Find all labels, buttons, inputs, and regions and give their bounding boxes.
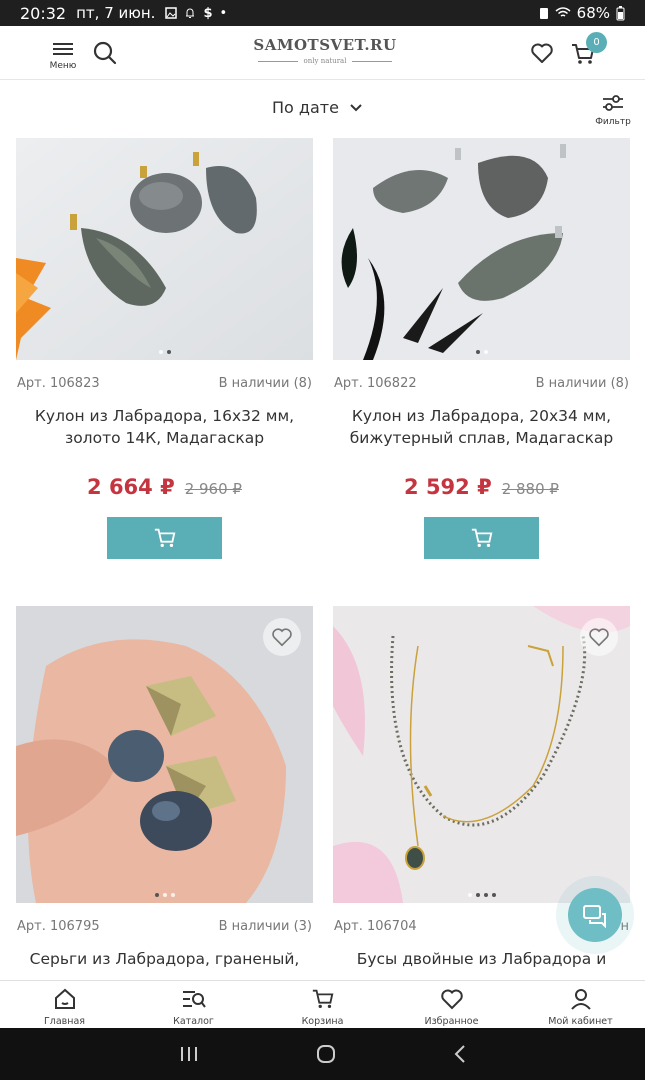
bell-icon [186, 8, 195, 18]
product-article: Арт. 106822 [334, 376, 417, 391]
system-navigation-bar [0, 1028, 645, 1080]
product-stock: В наличии (3) [218, 919, 312, 934]
product-prices: 2 592 ₽ 2 880 ₽ [333, 475, 630, 499]
cart-icon [312, 989, 333, 1009]
battery-percent: 68% [576, 4, 610, 22]
search-icon [93, 41, 117, 65]
image-pagination [16, 893, 313, 897]
add-to-cart-button[interactable] [424, 517, 539, 559]
nav-home-label: Главная [43, 1016, 86, 1027]
menu-label: Меню [49, 61, 77, 71]
dot-icon: • [219, 5, 228, 21]
battery-icon [616, 5, 625, 20]
product-image[interactable] [333, 606, 630, 903]
nav-home[interactable]: Главная [15, 981, 115, 1028]
logo-name: SAMOTSVET.RU [253, 36, 397, 54]
product-prices: 2 664 ₽ 2 960 ₽ [16, 475, 313, 499]
product-image[interactable] [16, 138, 313, 360]
wifi-icon [555, 7, 571, 17]
bottom-navigation: Главная Каталог Корзина Избранное Мой ка… [0, 980, 645, 1028]
notification-icons: $ • [165, 6, 227, 21]
heart-icon [531, 43, 553, 63]
pendant-photo [16, 138, 313, 360]
image-pagination [333, 350, 630, 354]
cart-icon [154, 528, 175, 548]
product-meta: Арт. 106795 В наличии (3) [16, 919, 313, 934]
product-price: 2 664 ₽ [87, 475, 175, 499]
dollar-icon: $ [203, 5, 213, 21]
product-meta: Арт. 106822 В наличии (8) [333, 376, 630, 391]
wishlist-button[interactable] [580, 618, 618, 656]
product-old-price: 2 880 ₽ [501, 480, 559, 498]
wishlist-button[interactable] [263, 618, 301, 656]
product-stock: В наличии (8) [218, 376, 312, 391]
product-card[interactable]: Арт. 106704 В н Бусы двойные из Лабрадор… [333, 606, 630, 1014]
filter-icon [603, 95, 623, 111]
product-card[interactable]: Арт. 106823 В наличии (8) Кулон из Лабра… [16, 138, 313, 559]
product-article: Арт. 106704 [334, 919, 417, 934]
product-title[interactable]: Кулон из Лабрадора, 16х32 мм, золото 14К… [16, 405, 313, 471]
filter-button[interactable]: Фильтр [593, 95, 633, 127]
product-card[interactable]: Арт. 106822 В наличии (8) Кулон из Лабра… [333, 138, 630, 559]
nav-account[interactable]: Мой кабинет [531, 981, 631, 1028]
cart-icon [471, 528, 492, 548]
home-icon [54, 988, 75, 1009]
product-meta: Арт. 106823 В наличии (8) [16, 376, 313, 391]
pendant-photo [333, 138, 630, 360]
heart-icon [272, 628, 292, 647]
favorites-button[interactable] [530, 41, 554, 65]
heart-icon [440, 989, 463, 1010]
chat-icon [583, 905, 606, 928]
back-icon[interactable] [453, 1044, 467, 1064]
site-header: Меню SAMOTSVET.RU only natural 0 [0, 26, 645, 80]
nav-favorites-label: Избранное [424, 1016, 479, 1027]
site-logo[interactable]: SAMOTSVET.RU only natural [250, 36, 400, 65]
sort-label: По дате [272, 98, 339, 117]
product-title[interactable]: Кулон из Лабрадора, 20х34 мм, бижутерный… [333, 405, 630, 471]
nav-account-label: Мой кабинет [548, 1016, 613, 1027]
search-button[interactable] [92, 40, 118, 66]
catalog-icon [182, 991, 206, 1008]
sort-dropdown[interactable]: По дате [272, 98, 363, 117]
nav-cart-label: Корзина [301, 1016, 344, 1027]
user-icon [570, 989, 591, 1010]
status-time: 20:32 [20, 3, 67, 23]
nav-cart[interactable]: Корзина [273, 981, 373, 1028]
product-image[interactable] [16, 606, 313, 903]
gallery-icon [165, 7, 178, 19]
add-to-cart-button[interactable] [107, 517, 222, 559]
product-old-price: 2 960 ₽ [184, 480, 242, 498]
recent-apps-icon[interactable] [179, 1045, 199, 1063]
nav-catalog[interactable]: Каталог [144, 981, 244, 1028]
chevron-down-icon [350, 103, 362, 111]
status-bar: 20:32 пт, 7 июн. $ • 68% [0, 0, 645, 26]
product-image[interactable] [333, 138, 630, 360]
product-article: Арт. 106795 [17, 919, 100, 934]
menu-button[interactable]: Меню [48, 40, 78, 74]
nav-catalog-label: Каталог [173, 1016, 214, 1027]
home-button-icon[interactable] [316, 1044, 336, 1064]
heart-icon [589, 628, 609, 647]
product-article: Арт. 106823 [17, 376, 100, 391]
hamburger-icon [48, 43, 78, 55]
product-stock: В наличии (8) [535, 376, 629, 391]
image-pagination [16, 350, 313, 354]
cart-count-badge: 0 [586, 32, 607, 53]
filter-label: Фильтр [595, 117, 631, 127]
chat-button[interactable] [568, 888, 622, 942]
status-date: пт, 7 июн. [76, 4, 156, 22]
product-price: 2 592 ₽ [404, 475, 492, 499]
battery-saver-icon [539, 8, 548, 19]
logo-tagline: only natural [250, 57, 400, 65]
nav-favorites[interactable]: Избранное [402, 981, 502, 1028]
product-card[interactable]: Арт. 106795 В наличии (3) Серьги из Лабр… [16, 606, 313, 1014]
sort-bar: По дате Фильтр [0, 81, 645, 137]
